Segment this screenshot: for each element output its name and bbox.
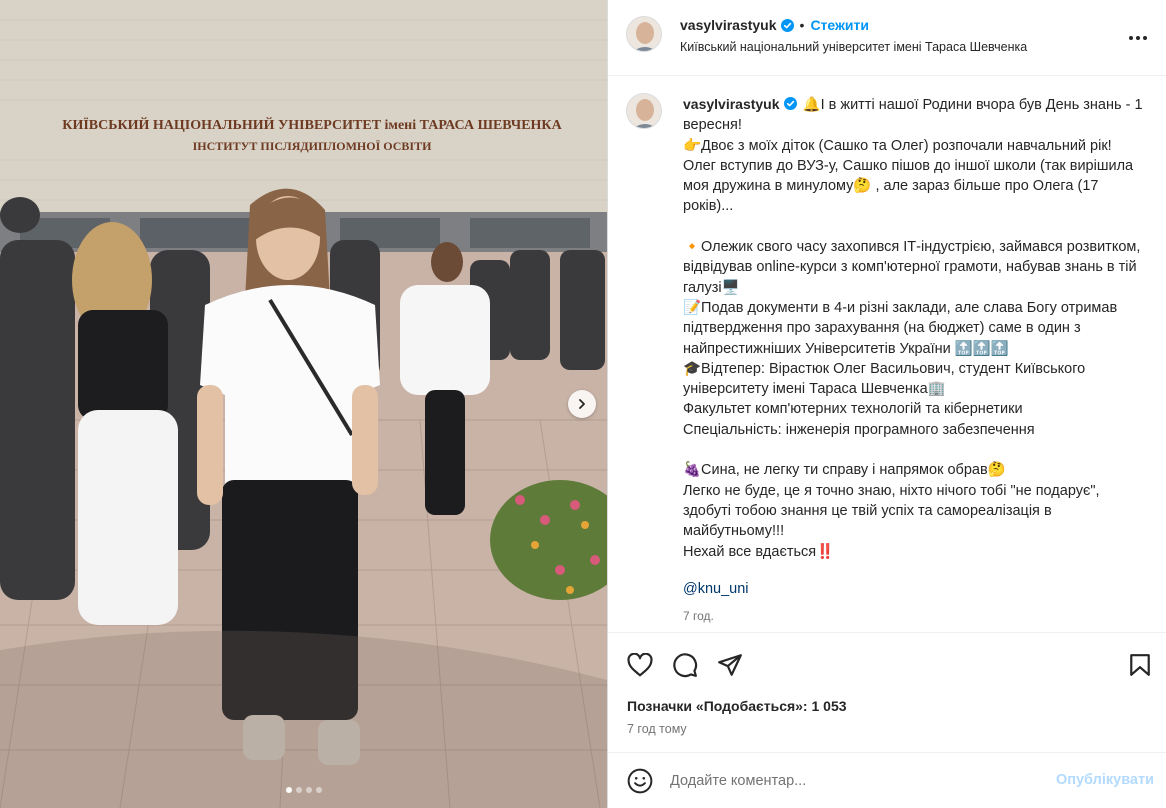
follow-button[interactable]: Стежити	[810, 17, 869, 33]
photo-illustration: КИЇВСЬКИЙ НАЦІОНАЛЬНИЙ УНІВЕРСИТЕТ імені…	[0, 0, 607, 808]
next-photo-button[interactable]	[568, 390, 596, 418]
avatar-image	[627, 17, 661, 51]
send-icon	[718, 654, 742, 676]
location-link[interactable]: Київський національний університет імені…	[680, 40, 1027, 54]
like-button[interactable]	[626, 651, 654, 679]
avatar[interactable]	[626, 93, 662, 129]
avatar[interactable]	[626, 16, 662, 52]
verified-badge-icon	[783, 97, 797, 110]
post-header: vasylvirastyuk • Стежити Київський націо…	[608, 0, 1166, 76]
more-options-button[interactable]	[1126, 26, 1150, 50]
share-button[interactable]	[716, 651, 744, 679]
avatar-image	[627, 94, 661, 128]
carousel-dot	[285, 787, 292, 793]
publish-button[interactable]: Опублікувати	[1056, 772, 1154, 788]
caption-username[interactable]: vasylvirastyuk	[683, 96, 780, 112]
comment-input[interactable]	[670, 769, 1040, 793]
post-timestamp: 7 год тому	[627, 722, 687, 736]
emoji-button[interactable]	[626, 767, 654, 795]
likes-count[interactable]: Позначки «Подобається»: 1 053	[627, 698, 847, 714]
caption-text: 🔔І в житті нашої Родини вчора був День з…	[683, 97, 1143, 560]
sign-line-1: КИЇВСЬКИЙ НАЦІОНАЛЬНИЙ УНІВЕРСИТЕТ імені…	[62, 116, 562, 133]
comment-icon	[673, 653, 698, 678]
heart-icon	[627, 653, 653, 677]
action-bar	[608, 645, 1166, 685]
carousel-dot	[315, 787, 322, 793]
verified-badge-icon	[780, 18, 794, 32]
carousel-dot	[295, 787, 302, 793]
mention-link[interactable]: @knu_uni	[683, 581, 749, 597]
sign-line-2: ІНСТИТУТ ПІСЛЯДИПЛОМНОЇ ОСВІТИ	[193, 139, 432, 153]
header-user-line: vasylvirastyuk • Стежити	[680, 17, 869, 33]
smiley-icon	[627, 768, 653, 794]
bookmark-icon	[1130, 654, 1150, 676]
post-side-panel: vasylvirastyuk • Стежити Київський націо…	[608, 0, 1166, 808]
save-button[interactable]	[1126, 651, 1154, 679]
carousel-indicator	[0, 787, 607, 793]
separator-dot: •	[799, 17, 805, 33]
chevron-right-icon	[579, 399, 585, 409]
caption-section: vasylvirastyuk 🔔І в житті нашої Родини вч…	[608, 77, 1166, 633]
carousel-dot	[305, 787, 312, 793]
caption-timestamp: 7 год.	[683, 609, 714, 623]
caption-text-block: vasylvirastyuk 🔔І в житті нашої Родини вч…	[683, 94, 1143, 562]
comment-button[interactable]	[671, 651, 699, 679]
post-photo[interactable]: КИЇВСЬКИЙ НАЦІОНАЛЬНИЙ УНІВЕРСИТЕТ імені…	[0, 0, 607, 808]
comment-bar: Опублікувати	[608, 752, 1166, 808]
more-dots-icon	[1129, 36, 1147, 40]
username-link[interactable]: vasylvirastyuk	[680, 17, 777, 33]
